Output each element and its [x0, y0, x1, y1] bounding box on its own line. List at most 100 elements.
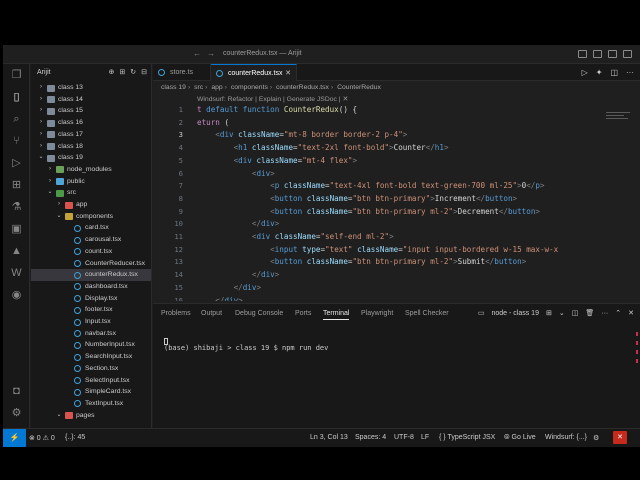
terminal-output[interactable]: (base) shibaji > class 19 $ npm run dev [164, 328, 328, 368]
file-item[interactable]: TextInput.tsx [31, 398, 151, 410]
file-item[interactable]: SelectInput.tsx [31, 375, 151, 387]
code-line[interactable]: 5 <div className="mt-4 flex"> [153, 155, 640, 168]
sparkle-icon[interactable]: ✦ [596, 68, 603, 77]
copilot-icon[interactable]: ⚙ [593, 434, 599, 442]
folder-item[interactable]: › class 18 [31, 141, 151, 153]
code-line[interactable]: 11 <div className="self-end ml-2"> [153, 231, 640, 244]
toggle-sidebar-icon[interactable] [578, 50, 587, 58]
folder-item[interactable]: ⌄ src [31, 187, 151, 199]
search-icon[interactable]: ⌕ [9, 112, 24, 127]
chevron-right-icon[interactable]: › [46, 164, 54, 176]
collapse-all-icon[interactable]: ⊟ [141, 68, 147, 76]
run-icon[interactable]: ▷ [582, 68, 588, 77]
panel-tab-spell-checker[interactable]: Spell Checker [405, 310, 449, 317]
chevron-right-icon[interactable]: › [37, 82, 45, 94]
folder-item[interactable]: › app [31, 199, 151, 211]
settings-gear-icon[interactable]: ⚙ [9, 406, 24, 421]
terminal-selector[interactable]: node - class 19 [492, 310, 539, 317]
panel-tab-ports[interactable]: Ports [295, 310, 311, 317]
close-icon[interactable]: ✕ [285, 65, 291, 82]
remote-explorer-icon[interactable]: ▣ [9, 222, 24, 237]
source-control-icon[interactable]: ⑂ [9, 134, 24, 149]
code-line[interactable]: 14 </div> [153, 269, 640, 282]
code-line[interactable]: 6 <div> [153, 168, 640, 181]
chevron-right-icon[interactable]: › [37, 94, 45, 106]
chevron-down-icon[interactable]: ⌄ [55, 211, 63, 223]
new-file-icon[interactable]: ⊕ [109, 68, 115, 76]
chevron-right-icon[interactable]: › [55, 199, 63, 211]
back-arrow-icon[interactable]: ← [193, 49, 201, 58]
more-actions-icon[interactable]: ··· [601, 310, 608, 317]
file-item[interactable]: count.tsx [31, 246, 151, 258]
chevron-right-icon[interactable]: › [37, 105, 45, 117]
panel-tab-debug-console[interactable]: Debug Console [235, 310, 283, 317]
customize-layout-icon[interactable] [623, 50, 632, 58]
close-icon[interactable]: ✕ [628, 309, 634, 317]
new-folder-icon[interactable]: ⊞ [119, 68, 125, 76]
folder-item[interactable]: ⌄ components [31, 211, 151, 223]
folder-item[interactable]: › class 14 [31, 94, 151, 106]
language-mode[interactable]: { } TypeScript JSX [439, 434, 495, 441]
folder-item[interactable]: › class 15 [31, 105, 151, 117]
toggle-secondary-sidebar-icon[interactable] [608, 50, 617, 58]
folder-item[interactable]: › class 13 [31, 82, 151, 94]
breadcrumb-item[interactable]: counterRedux.tsx [276, 84, 329, 91]
accounts-icon[interactable]: ◘ [9, 384, 24, 399]
file-item[interactable]: Display.tsx [31, 293, 151, 305]
trash-icon[interactable]: 🗑 [585, 309, 594, 317]
panel-tab-problems[interactable]: Problems [161, 310, 191, 317]
status-extra[interactable]: {..}: 45 [65, 434, 85, 441]
problems-indicator[interactable]: ⊗ 0 ⚠ 0 [29, 434, 55, 442]
panel-tab-output[interactable]: Output [201, 310, 222, 317]
encoding[interactable]: UTF-8 [394, 434, 414, 441]
code-line[interactable]: 16 </div> [153, 295, 640, 302]
chevron-up-icon[interactable]: ⌃ [615, 309, 621, 317]
cursor-position[interactable]: Ln 3, Col 13 [310, 434, 348, 441]
more-actions-icon[interactable]: ··· [626, 68, 634, 77]
breadcrumb-item[interactable]: components [231, 84, 268, 91]
folder-item[interactable]: › public [31, 176, 151, 188]
folder-item[interactable]: › node_modules [31, 164, 151, 176]
folder-item[interactable]: ⌄ pages [31, 410, 151, 422]
breadcrumb-item[interactable]: src [194, 84, 203, 91]
tab-counterredux-tsx[interactable]: counterRedux.tsx ✕ [211, 64, 297, 81]
file-item[interactable]: navbar.tsx [31, 328, 151, 340]
refresh-icon[interactable]: ↻ [130, 68, 136, 76]
code-line[interactable]: 12 <input type="text" className="input i… [153, 244, 640, 257]
code-line[interactable]: 9 <button className="btn btn-primary ml-… [153, 206, 640, 219]
file-item[interactable]: carousal.tsx [31, 234, 151, 246]
chevron-right-icon[interactable]: › [37, 129, 45, 141]
code-line[interactable]: 4 <h1 className="text-2xl font-bold">Cou… [153, 142, 640, 155]
file-item[interactable]: counterRedux.tsx [31, 269, 151, 281]
chevron-down-icon[interactable]: ⌄ [55, 410, 63, 422]
explorer-icon[interactable]: ❐ [9, 68, 24, 83]
windsurf-codelens[interactable]: Windsurf: Refactor | Explain | Generate … [197, 95, 348, 103]
indentation[interactable]: Spaces: 4 [355, 434, 386, 441]
code-editor[interactable]: Windsurf: Refactor | Explain | Generate … [153, 95, 640, 301]
file-item[interactable]: dashboard.tsx [31, 281, 151, 293]
chevron-right-icon[interactable]: › [37, 117, 45, 129]
code-line[interactable]: 13 <button className="btn btn-primary ml… [153, 256, 640, 269]
chevron-down-icon[interactable]: ⌄ [46, 187, 54, 199]
panel-tab-terminal[interactable]: Terminal [323, 310, 350, 320]
file-item[interactable]: SimpleCard.tsx [31, 386, 151, 398]
tab-store-ts[interactable]: store.ts [153, 64, 211, 81]
code-line[interactable]: 8 <button className="btn btn-primary">In… [153, 193, 640, 206]
breadcrumb-item[interactable]: app [211, 84, 222, 91]
chevron-right-icon[interactable]: › [37, 141, 45, 153]
folder-item[interactable]: › class 17 [31, 129, 151, 141]
code-line[interactable]: 3 <div className="mt-8 border border-2 p… [153, 129, 640, 142]
file-item[interactable]: footer.tsx [31, 304, 151, 316]
run-debug-icon[interactable]: ▷ [9, 156, 24, 171]
folder-item[interactable]: ⌄ class 19 [31, 152, 151, 164]
split-editor-icon[interactable]: ◫ [610, 68, 618, 77]
files-icon[interactable]: ▯ [9, 90, 24, 105]
remote-indicator-icon[interactable]: ⚡ [3, 429, 26, 447]
go-live-button[interactable]: ⦾ Go Live [504, 434, 536, 442]
file-item[interactable]: NumberInput.tsx [31, 339, 151, 351]
notification-bell-icon[interactable]: ✕ [613, 431, 627, 444]
extensions-icon[interactable]: ⊞ [9, 178, 24, 193]
file-item[interactable]: SearchInput.tsx [31, 351, 151, 363]
github-icon[interactable]: ◉ [9, 288, 24, 303]
toggle-panel-icon[interactable] [593, 50, 602, 58]
